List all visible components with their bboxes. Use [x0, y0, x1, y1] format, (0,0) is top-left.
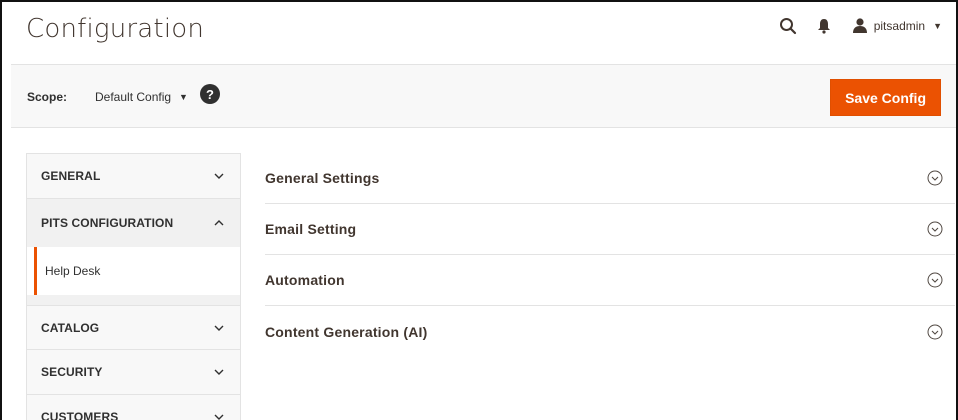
- section-title: Content Generation (AI): [265, 323, 428, 340]
- chevron-down-icon: [212, 322, 226, 334]
- user-menu[interactable]: pitsadmin ▼: [852, 17, 942, 36]
- config-content: General Settings Email Setting Automatio…: [265, 153, 955, 357]
- scope-bar: Scope: Default Config ▼ ? Save Config: [11, 64, 956, 128]
- config-sidebar: GENERAL PITS CONFIGURATION Help Desk CAT…: [26, 153, 241, 420]
- section-content-generation-ai[interactable]: Content Generation (AI): [265, 306, 955, 357]
- scope-label: Scope:: [27, 90, 68, 104]
- question-icon[interactable]: ?: [200, 84, 220, 104]
- section-email-setting[interactable]: Email Setting: [265, 204, 955, 255]
- chevron-up-icon: [212, 217, 226, 229]
- sidebar-subitem-help-desk[interactable]: Help Desk: [34, 247, 240, 295]
- scope-value: Default Config: [95, 90, 172, 104]
- section-title: Automation: [265, 272, 345, 288]
- search-icon[interactable]: [774, 14, 802, 38]
- expand-circle-icon[interactable]: [927, 324, 943, 340]
- section-title: Email Setting: [265, 221, 357, 237]
- section-title: General Settings: [265, 170, 380, 186]
- scope-switcher[interactable]: Default Config ▼: [95, 90, 188, 104]
- bell-icon[interactable]: [810, 14, 838, 38]
- sidebar-item-catalog[interactable]: CATALOG: [27, 305, 240, 350]
- header-actions: pitsadmin ▼: [774, 14, 942, 38]
- section-automation[interactable]: Automation: [265, 255, 955, 306]
- sidebar-item-label: SECURITY: [41, 365, 103, 379]
- sidebar-item-label: PITS CONFIGURATION: [41, 216, 174, 230]
- sidebar-item-label: CUSTOMERS: [41, 410, 119, 420]
- app-frame: Configuration pitsadmin ▼ Scope: Default…: [0, 0, 958, 420]
- sidebar-item-general[interactable]: GENERAL: [27, 154, 240, 199]
- chevron-down-icon: ▼: [933, 21, 942, 31]
- expand-circle-icon[interactable]: [927, 170, 943, 186]
- sidebar-item-pits-configuration[interactable]: PITS CONFIGURATION: [27, 199, 240, 247]
- chevron-down-icon: [212, 411, 226, 420]
- sidebar-item-security[interactable]: SECURITY: [27, 350, 240, 395]
- page-title: Configuration: [26, 14, 205, 44]
- sidebar-item-label: CATALOG: [41, 320, 100, 335]
- chevron-down-icon: [212, 170, 226, 182]
- user-icon: [852, 17, 868, 36]
- chevron-down-icon: ▼: [179, 92, 188, 102]
- sidebar-item-label: GENERAL: [41, 169, 101, 183]
- sidebar-item-customers[interactable]: CUSTOMERS: [27, 395, 240, 420]
- save-config-button[interactable]: Save Config: [830, 79, 941, 116]
- expand-circle-icon[interactable]: [927, 272, 943, 288]
- user-name: pitsadmin: [873, 19, 926, 33]
- section-general-settings[interactable]: General Settings: [265, 153, 955, 204]
- sidebar-sublist: Help Desk: [27, 247, 240, 305]
- expand-circle-icon[interactable]: [927, 221, 943, 237]
- chevron-down-icon: [212, 366, 226, 378]
